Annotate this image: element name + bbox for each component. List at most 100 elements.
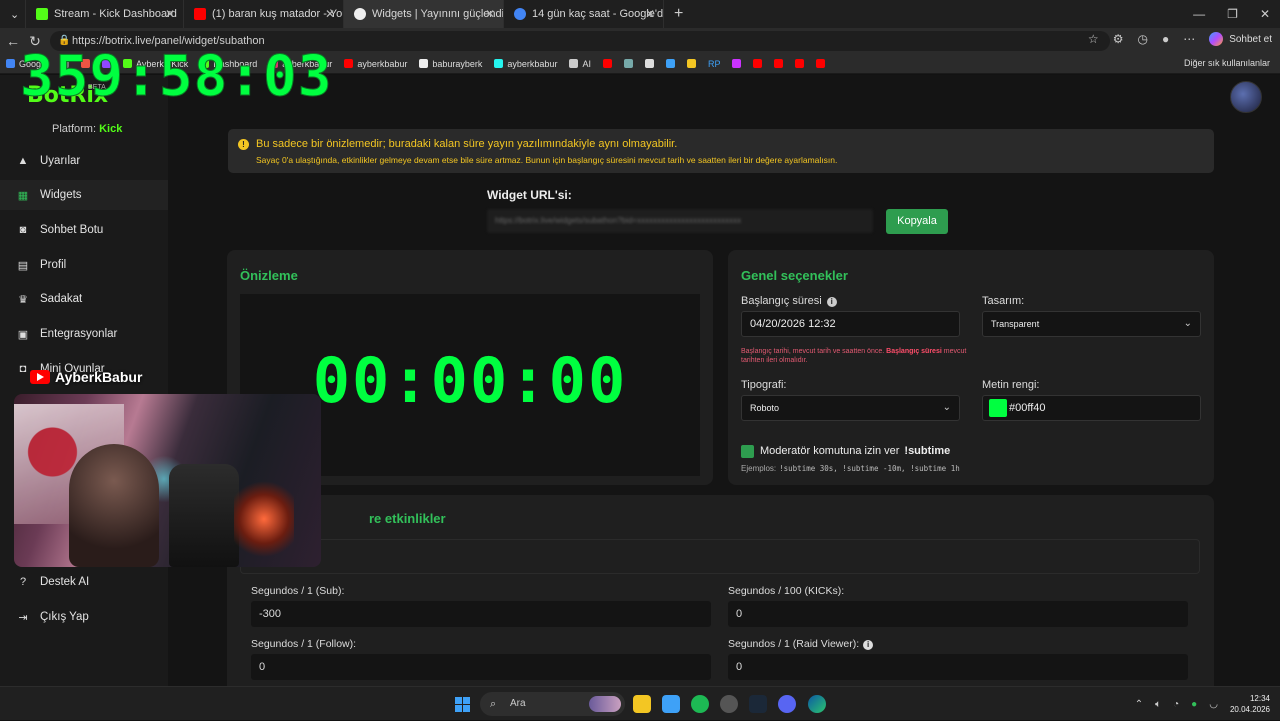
design-value: Transparent	[991, 319, 1040, 329]
tab-youtube[interactable]: (1) baran kuş matador - YouTube ✕	[184, 0, 344, 28]
warning-circle-icon: !	[238, 139, 249, 150]
bookmark-rp[interactable]: RP	[708, 59, 721, 69]
bookmark-youtube[interactable]: ayberkbabur	[344, 59, 407, 69]
tab-widgets[interactable]: Widgets | Yayınını güçlendirmek iç ✕	[344, 0, 504, 28]
microphone-icon[interactable]: ●	[1191, 699, 1197, 710]
obs-icon[interactable]	[720, 695, 738, 713]
sub-seconds-input[interactable]: -300	[251, 601, 711, 627]
clock[interactable]: 12:34 20.04.2026	[1230, 693, 1270, 715]
start-time-error: Başlangıç tarihi, mevcut tarih ve saatte…	[741, 347, 971, 365]
examples-text: Ejemplos: !subtime 30s, !subtime -10m, !s…	[741, 464, 960, 473]
bookmark-item[interactable]	[816, 59, 826, 68]
bookmark-item[interactable]	[644, 59, 654, 68]
window-controls: — ❐ ✕	[1193, 0, 1270, 28]
tab-google[interactable]: 14 gün kaç saat - Google'da Ara ✕	[504, 0, 664, 28]
tab-actions-button[interactable]: ⌄	[0, 0, 26, 28]
typography-select[interactable]: Roboto ⌄	[741, 395, 960, 421]
start-time-input[interactable]: 04/20/2026 12:32	[741, 311, 960, 337]
sidebar-item-chatbot[interactable]: ◙ Sohbet Botu	[0, 215, 168, 245]
bookmark-item[interactable]	[665, 59, 675, 68]
streamer-figure	[69, 444, 159, 567]
text-color-input[interactable]: #00ff40	[982, 395, 1201, 421]
tray-chevron-icon[interactable]: ⌃	[1135, 699, 1143, 710]
close-window-icon[interactable]: ✕	[1260, 7, 1270, 21]
sidebar-item-support-ai[interactable]: ? Destek AI	[0, 567, 168, 597]
sidebar-item-widgets[interactable]: ▦ Widgets	[0, 180, 168, 210]
search-placeholder: Ara	[510, 698, 526, 709]
history-icon[interactable]: ◷	[1137, 32, 1147, 46]
sidebar-item-integrations[interactable]: ▣ Entegrasyonlar	[0, 319, 168, 349]
webcam-overlay	[14, 394, 321, 567]
bookmark-ai[interactable]: AI	[569, 59, 591, 69]
bookmark-x[interactable]: baburayberk	[419, 59, 482, 69]
robot-icon: ◙	[19, 224, 27, 236]
gaming-chair	[169, 464, 239, 567]
alert-description: Sayaç 0'a ulaştığında, etkinlikler gelme…	[256, 155, 838, 165]
sidebar-item-label: Profil	[40, 259, 67, 271]
moderator-command-checkbox[interactable]	[741, 445, 754, 458]
close-icon[interactable]: ✕	[485, 7, 495, 21]
preview-warning-alert: ! Bu sadece bir önizlemedir; buradaki ka…	[228, 129, 1214, 173]
follow-seconds-input[interactable]: 0	[251, 654, 711, 680]
raid-viewer-seconds-input[interactable]: 0	[728, 654, 1188, 680]
bookmark-item[interactable]	[774, 59, 784, 68]
wifi-icon[interactable]: ◡	[1209, 699, 1218, 710]
close-icon[interactable]: ✕	[645, 7, 655, 21]
info-icon[interactable]: i	[826, 297, 837, 307]
search-highlight-image	[589, 696, 621, 712]
page-content: BotRix BETA Platform: Kick ▲ Uyarılar ▦ …	[0, 75, 1280, 686]
restore-icon[interactable]: ❐	[1227, 7, 1238, 21]
extensions-icon[interactable]: ⚙	[1113, 32, 1124, 46]
volume-icon[interactable]: 🔈︎	[1155, 699, 1161, 710]
events-title: re etkinlikler	[369, 511, 446, 526]
bookmark-item[interactable]	[602, 59, 612, 68]
sidebar-item-logout[interactable]: ⇥ Çıkış Yap	[0, 602, 168, 632]
sidebar-item-alerts[interactable]: ▲ Uyarılar	[0, 146, 168, 176]
minimize-icon[interactable]: —	[1193, 7, 1205, 21]
taskbar-search[interactable]: ⌕ Ara	[480, 692, 625, 716]
general-options-title: Genel seçenekler	[741, 268, 848, 283]
windows-start-icon[interactable]	[455, 697, 470, 712]
bookmark-item[interactable]	[732, 59, 742, 68]
alert-title: Bu sadece bir önizlemedir; buradaki kala…	[256, 138, 678, 150]
close-icon[interactable]: ✕	[165, 7, 175, 21]
photos-icon[interactable]	[662, 695, 680, 713]
moderator-command-name: !subtime	[904, 445, 951, 457]
profile-icon[interactable]: ●	[1162, 32, 1169, 46]
new-tab-button[interactable]: +	[674, 5, 683, 23]
raid-viewer-label-text: Segundos / 1 (Raid Viewer):	[728, 638, 860, 650]
edge-icon[interactable]	[808, 695, 826, 713]
sidebar-item-profile[interactable]: ▤ Profil	[0, 250, 168, 280]
text-color-value: #00ff40	[1009, 402, 1046, 414]
copy-button[interactable]: Kopyala	[886, 209, 948, 234]
other-bookmarks[interactable]: Diğer sık kullanılanlar	[1184, 58, 1270, 68]
tab-kick-dashboard[interactable]: Stream - Kick Dashboard ✕	[26, 0, 184, 28]
sidebar-item-label: Çıkış Yap	[40, 611, 89, 623]
info-icon[interactable]: i	[863, 640, 874, 650]
kicks-seconds-input[interactable]: 0	[728, 601, 1188, 627]
error-bold: Başlangıç süresi	[886, 348, 942, 355]
file-explorer-icon[interactable]	[633, 695, 651, 713]
copilot-button[interactable]: Sohbet et	[1209, 32, 1272, 46]
network-icon[interactable]: ◔	[1173, 699, 1179, 710]
discord-icon[interactable]	[778, 695, 796, 713]
favorite-star-icon[interactable]: ☆	[1088, 32, 1099, 46]
design-select[interactable]: Transparent ⌄	[982, 311, 1201, 337]
bookmark-item[interactable]	[753, 59, 763, 68]
steam-icon[interactable]	[749, 695, 767, 713]
tab-title: Stream - Kick Dashboard	[54, 8, 177, 20]
color-swatch[interactable]	[989, 399, 1007, 417]
bookmark-tiktok[interactable]: ayberkbabur	[494, 59, 557, 69]
close-icon[interactable]: ✕	[325, 7, 335, 21]
bookmark-item[interactable]	[795, 59, 805, 68]
more-icon[interactable]: ⋯	[1183, 32, 1195, 46]
bookmark-item[interactable]	[686, 59, 696, 68]
sidebar-item-loyalty[interactable]: ♛ Sadakat	[0, 284, 168, 314]
widget-url-field[interactable]: https://botrix.live/widgets/subathon?bid…	[487, 209, 873, 233]
spotify-icon[interactable]	[691, 695, 709, 713]
sidebar-item-label: Destek AI	[40, 576, 90, 588]
logout-icon: ⇥	[18, 611, 28, 624]
bookmark-item[interactable]	[623, 59, 633, 68]
examples-list: !subtime 30s, !subtime -10m, !subtime 1h	[779, 464, 960, 473]
design-label: Tasarım:	[982, 295, 1025, 307]
